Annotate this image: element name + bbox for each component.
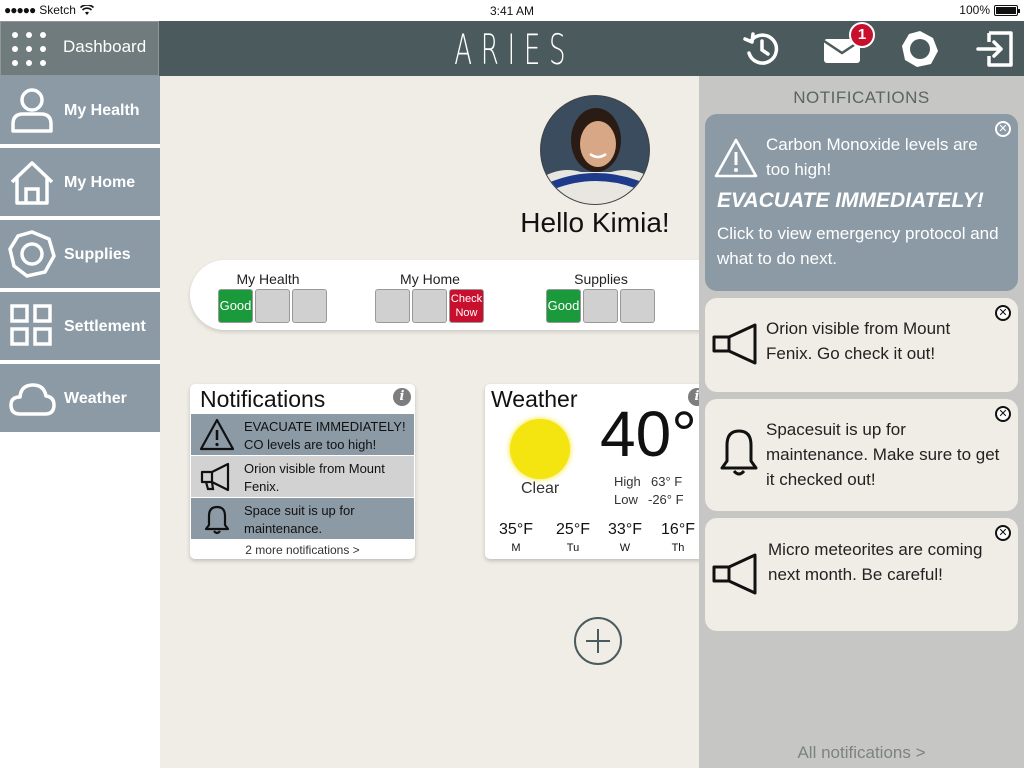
status-placeholder [375, 289, 410, 323]
status-bar: ●●●●● Sketch 3:41 AM 100% [0, 0, 1024, 21]
sidebar-item-label: Settlement [64, 318, 146, 335]
sidebar-item-weather[interactable]: Weather [0, 364, 160, 434]
notification-text: Micro meteorites are coming next month. … [768, 540, 983, 584]
home-icon [10, 161, 54, 205]
bell-icon [204, 505, 230, 535]
list-item[interactable]: Space suit is up for maintenance. [191, 498, 414, 539]
forecast-day: 25°F Tu [556, 521, 590, 554]
high-temperature: 63° F [651, 474, 683, 489]
mail-badge: 1 [849, 22, 875, 48]
notification-text: Orion visible from Mount Fenix. Go check… [766, 319, 951, 363]
forecast-day: 35°F M [499, 521, 533, 554]
more-notifications-link[interactable]: 2 more notifications > [190, 543, 415, 557]
notification-card[interactable]: ✕ Orion visible from Mount Fenix. Go che… [705, 298, 1018, 392]
megaphone-icon [712, 323, 757, 365]
status-placeholder [412, 289, 447, 323]
status-placeholder [292, 289, 327, 323]
card-title: Notifications [200, 386, 326, 412]
notification-card[interactable]: ✕ Micro meteorites are coming next month… [705, 518, 1018, 631]
notifications-drawer: NOTIFICATIONS ✕ Carbon Monoxide levels a… [699, 76, 1024, 768]
status-placeholder [620, 289, 655, 323]
status-strip: My Health Good My Home Check Now Supplie… [190, 260, 750, 330]
bell-icon [720, 429, 758, 476]
settings-icon[interactable] [900, 29, 940, 69]
sidebar-item-label: Supplies [64, 246, 131, 263]
notification-card[interactable]: ✕ Spacesuit is up for maintenance. Make … [705, 399, 1018, 511]
person-icon [11, 88, 53, 133]
list-item[interactable]: EVACUATE IMMEDIATELY! CO levels are too … [191, 414, 414, 455]
warning-icon [199, 418, 235, 451]
close-icon[interactable]: ✕ [995, 121, 1011, 137]
status-time: 3:41 AM [489, 4, 535, 18]
list-item[interactable]: Orion visible from Mount Fenix. [191, 456, 414, 497]
all-notifications-link[interactable]: All notifications > [699, 743, 1024, 763]
greeting: Hello Kimia! [520, 207, 670, 238]
logout-icon[interactable] [975, 29, 1015, 69]
sidebar: My Health My Home Supplies Settlement We… [0, 76, 160, 768]
notification-text: Spacesuit is up for maintenance. Make su… [766, 420, 1000, 489]
megaphone-icon [200, 462, 230, 492]
high-label: High [614, 474, 641, 489]
status-group-label: My Home [400, 271, 460, 287]
battery-percent: 100% [959, 3, 990, 17]
info-icon[interactable]: i [393, 388, 411, 406]
sidebar-item-my-home[interactable]: My Home [0, 148, 160, 218]
apps-grid-icon [12, 32, 50, 70]
current-temperature: 40° [600, 398, 697, 470]
add-widget-button[interactable] [574, 617, 622, 665]
status-group-label: Supplies [574, 271, 628, 287]
weather-card[interactable]: Weather i Clear 40° High 63° F Low -26° … [485, 384, 705, 559]
sidebar-item-my-health[interactable]: My Health [0, 76, 160, 146]
sidebar-item-settlement[interactable]: Settlement [0, 292, 160, 362]
avatar-photo [541, 96, 649, 204]
grid-icon [10, 304, 52, 346]
avatar[interactable] [540, 95, 650, 205]
history-icon[interactable] [742, 29, 782, 69]
sidebar-item-label: My Home [64, 174, 136, 191]
battery-icon [994, 4, 1020, 16]
sidebar-item-label: Weather [64, 390, 127, 407]
notifications-card[interactable]: Notifications i EVACUATE IMMEDIATELY! CO… [190, 384, 415, 559]
notification-text: Click to view emergency protocol and wha… [717, 224, 999, 268]
megaphone-icon [712, 553, 757, 595]
close-icon[interactable]: ✕ [995, 305, 1011, 321]
dashboard-button[interactable]: Dashboard [0, 21, 159, 76]
notification-text: Carbon Monoxide levels are too high! [766, 135, 978, 179]
app-logo: ARIES [454, 25, 575, 74]
forecast-day: 33°F W [608, 521, 642, 554]
sidebar-item-label: My Health [64, 102, 140, 119]
card-title: Weather [491, 386, 578, 412]
app-header: Dashboard ARIES 1 [0, 21, 1024, 76]
low-temperature: -26° F [648, 492, 684, 507]
weather-condition: Clear [521, 480, 560, 497]
health-status-good[interactable]: Good [218, 289, 253, 323]
dashboard-label: Dashboard [63, 37, 147, 56]
notification-card-emergency[interactable]: ✕ Carbon Monoxide levels are too high! E… [705, 114, 1018, 291]
sun-icon [510, 419, 570, 479]
home-status-check-now[interactable]: Check Now [449, 289, 484, 323]
warning-icon [714, 138, 758, 178]
supplies-status-good[interactable]: Good [546, 289, 581, 323]
status-placeholder [255, 289, 290, 323]
notification-headline: EVACUATE IMMEDIATELY! [717, 189, 984, 212]
supplies-icon [8, 230, 56, 278]
status-placeholder [583, 289, 618, 323]
cloud-icon [9, 383, 56, 416]
sidebar-item-supplies[interactable]: Supplies [0, 220, 160, 290]
status-group-label: My Health [236, 271, 300, 287]
forecast-day: 16°F Th [661, 521, 695, 554]
drawer-title: NOTIFICATIONS [793, 88, 930, 107]
low-label: Low [614, 492, 638, 507]
close-icon[interactable]: ✕ [995, 525, 1011, 541]
